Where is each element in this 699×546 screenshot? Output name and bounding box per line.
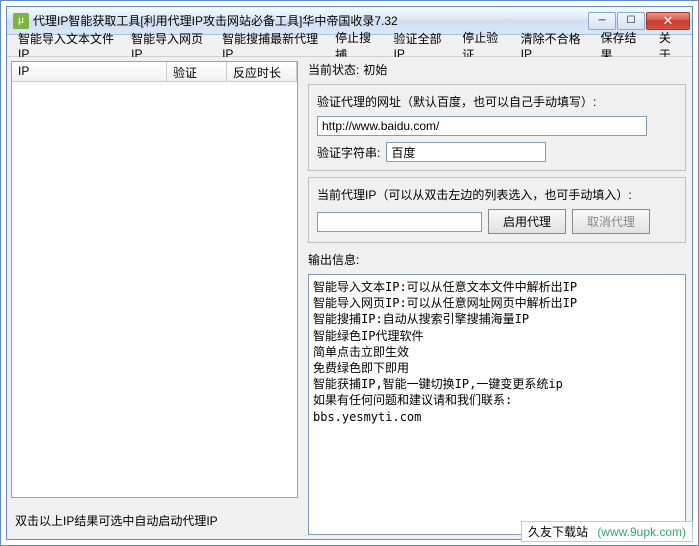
menubar: 智能导入文本文件IP 智能导入网页IP 智能搜捕最新代理IP 停止搜捕 验证全部… [7,35,692,57]
output-label: 输出信息: [308,251,686,268]
left-hint-label: 双击以上IP结果可选中自动启动代理IP [11,498,298,535]
verify-str-label: 验证字符串: [317,144,380,161]
cancel-proxy-button[interactable]: 取消代理 [572,209,650,234]
app-icon: μ [13,13,29,29]
watermark: 久友下载站 (www.9upk.com) [521,521,693,542]
col-latency[interactable]: 反应时长 [227,62,297,81]
col-verify[interactable]: 验证 [167,62,227,81]
right-pane: 当前状态: 初始 验证代理的网址（默认百度，也可以自己手动填写）: 验证字符串: [302,57,692,539]
verify-str-input[interactable] [386,142,546,162]
start-proxy-button[interactable]: 启用代理 [488,209,566,234]
proxy-group: 当前代理IP（可以从双击左边的列表选入，也可手动填入）: 启用代理 取消代理 [308,177,686,243]
table-body[interactable] [12,82,297,497]
col-ip[interactable]: IP [12,62,167,81]
watermark-url: (www.9upk.com) [597,525,686,539]
left-pane: IP 验证 反应时长 双击以上IP结果可选中自动启动代理IP [7,57,302,539]
ip-table[interactable]: IP 验证 反应时长 [11,61,298,498]
main-window: μ 代理IP智能获取工具[利用代理IP攻击网站必备工具]华中帝国收录7.32 ─… [6,6,693,540]
proxy-ip-input[interactable] [317,212,482,232]
status-label: 当前状态: [308,61,359,78]
verify-url-input[interactable] [317,116,647,136]
status-value: 初始 [363,61,387,78]
proxy-label: 当前代理IP（可以从双击左边的列表选入，也可手动填入）: [317,186,632,203]
output-textarea[interactable]: 智能导入文本IP:可以从任意文本文件中解析出IP 智能导入网页IP:可以从任意网… [308,274,686,535]
verify-url-label: 验证代理的网址（默认百度，也可以自己手动填写）: [317,93,596,110]
watermark-name: 久友下载站 [528,525,588,539]
verify-group: 验证代理的网址（默认百度，也可以自己手动填写）: 验证字符串: [308,84,686,171]
